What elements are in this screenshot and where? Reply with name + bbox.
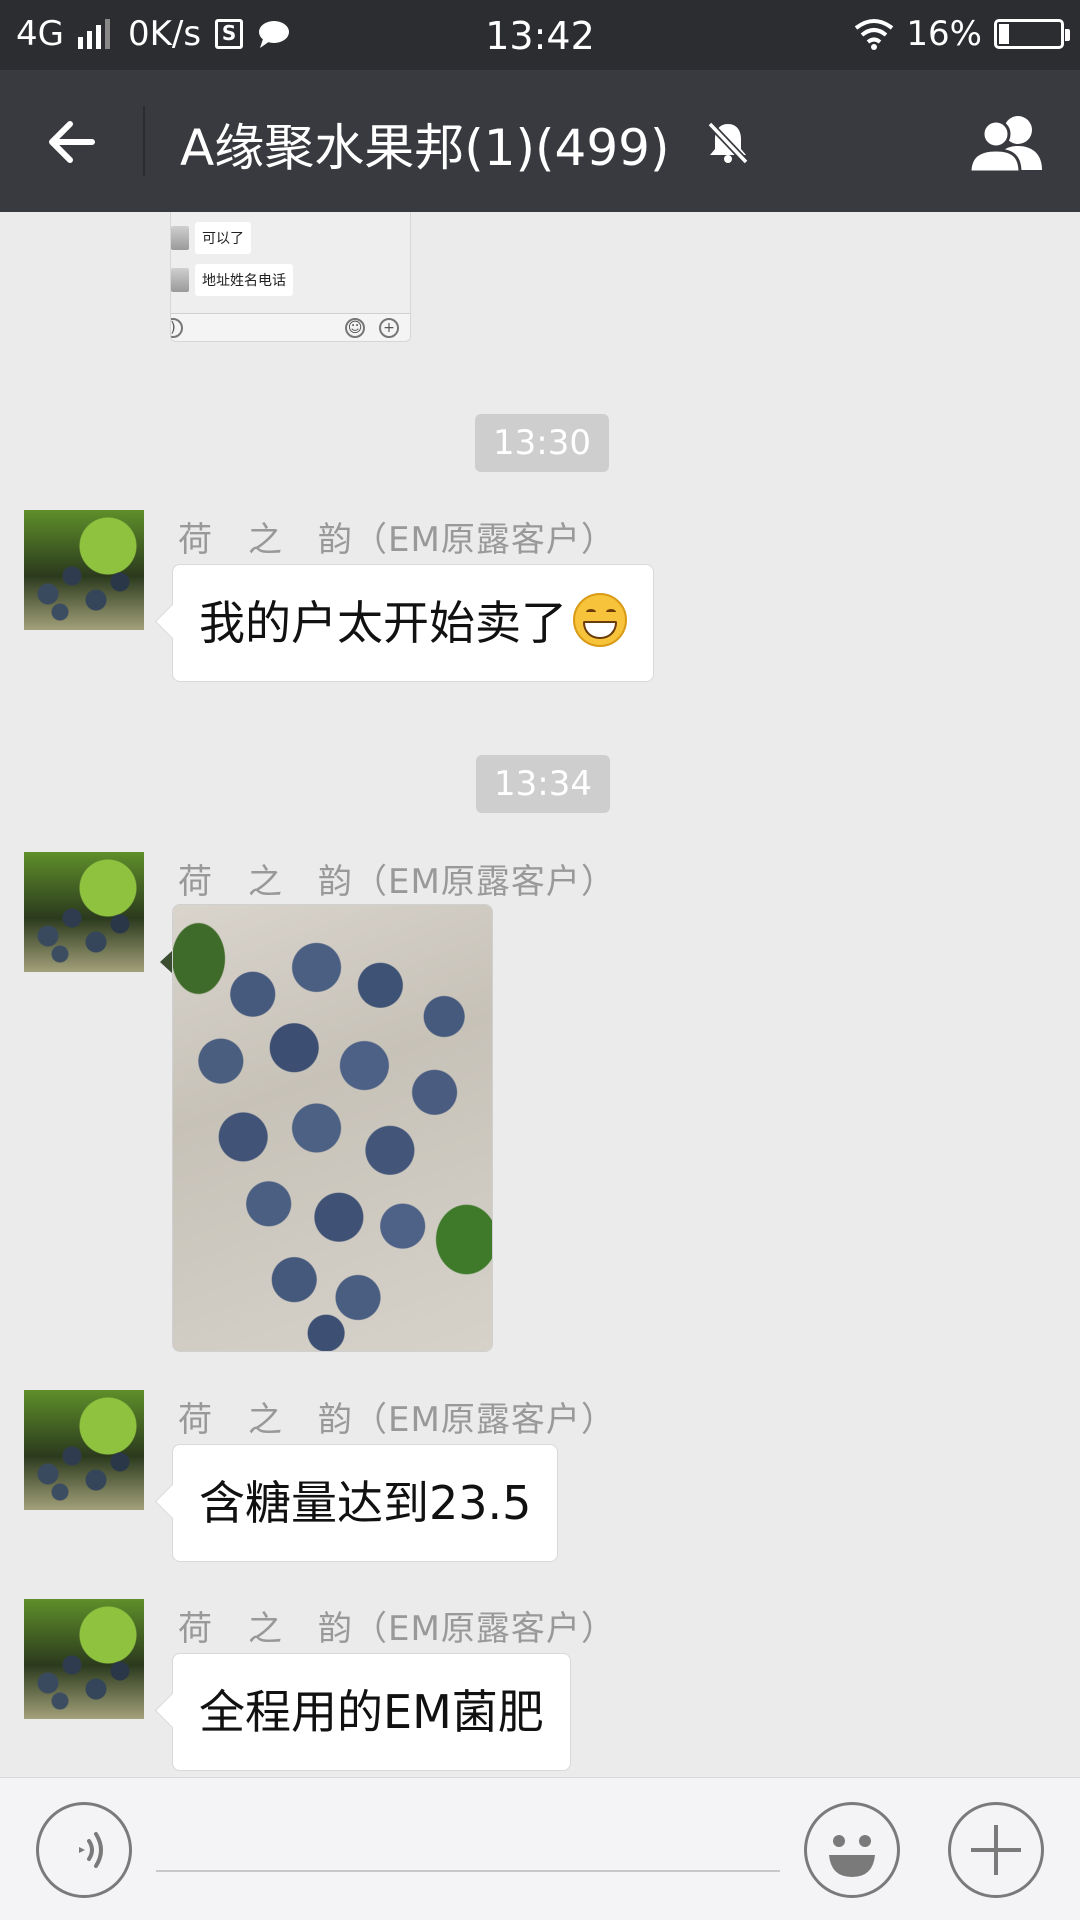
- battery-fill: [999, 24, 1009, 44]
- message-input[interactable]: [156, 1812, 780, 1872]
- battery-icon: [994, 19, 1070, 49]
- screenshot-bubble: 可以了: [195, 222, 251, 254]
- emoji-icon: [829, 1835, 875, 1877]
- grinning-face-emoji: [573, 593, 627, 647]
- emoji-button[interactable]: [804, 1802, 900, 1898]
- back-arrow-icon[interactable]: [40, 110, 104, 174]
- battery-percent: 16%: [906, 14, 982, 54]
- avatar[interactable]: [24, 1599, 144, 1719]
- chat-title: A缘聚水果邦(1)(499): [180, 119, 670, 177]
- screenshot-plus-icon: +: [379, 318, 399, 338]
- message-bubble[interactable]: 我的户太开始卖了: [172, 564, 654, 682]
- timestamp: 13:34: [476, 755, 610, 813]
- message-text: 我的户太开始卖了: [199, 596, 567, 650]
- sender-name: 荷 之 韵（EM原露客户）: [178, 1609, 616, 1649]
- mute-bell-icon: [707, 121, 749, 165]
- more-actions-button[interactable]: [948, 1802, 1044, 1898]
- quoted-screenshot-image[interactable]: 可以了 地址姓名电话 ) ☺ +: [170, 212, 411, 342]
- screenshot-message: 地址姓名电话: [171, 264, 293, 296]
- chat-header: A缘聚水果邦(1)(499): [0, 70, 1080, 212]
- message-bubble[interactable]: 全程用的EM菌肥: [172, 1653, 571, 1771]
- sender-name: 荷 之 韵（EM原露客户）: [178, 862, 616, 902]
- timestamp: 13:30: [475, 414, 609, 472]
- message-text: 全程用的EM菌肥: [199, 1685, 544, 1739]
- sender-name: 荷 之 韵（EM原露客户）: [178, 1400, 616, 1440]
- grape-cluster-photo[interactable]: [172, 904, 493, 1352]
- screenshot-message: 可以了: [171, 222, 251, 254]
- group-members-icon[interactable]: [966, 112, 1050, 174]
- plus-icon: [971, 1825, 1021, 1875]
- input-bar: [0, 1777, 1080, 1920]
- message-text: 含糖量达到23.5: [199, 1476, 532, 1530]
- screenshot-avatar: [171, 268, 189, 292]
- avatar[interactable]: [24, 510, 144, 630]
- header-divider: [143, 106, 145, 176]
- voice-input-icon: [79, 1832, 103, 1868]
- chat-messages[interactable]: 可以了 地址姓名电话 ) ☺ + 13:30 荷 之 韵（EM原露客户） 我的户…: [0, 212, 1080, 1777]
- message-bubble[interactable]: 含糖量达到23.5: [172, 1444, 559, 1562]
- screenshot-voice-icon: ): [171, 318, 183, 338]
- screenshot-avatar: [171, 226, 189, 250]
- wifi-icon: [855, 19, 894, 50]
- sender-name: 荷 之 韵（EM原露客户）: [178, 520, 616, 560]
- avatar[interactable]: [24, 852, 144, 972]
- avatar[interactable]: [24, 1390, 144, 1510]
- voice-input-button[interactable]: [36, 1802, 132, 1898]
- screenshot-input-bar: ) ☺ +: [171, 313, 410, 341]
- screenshot-bubble: 地址姓名电话: [195, 264, 293, 296]
- screenshot-emoji-icon: ☺: [345, 318, 365, 338]
- status-bar: 4G 0K/s S 13:42 16%: [0, 0, 1080, 70]
